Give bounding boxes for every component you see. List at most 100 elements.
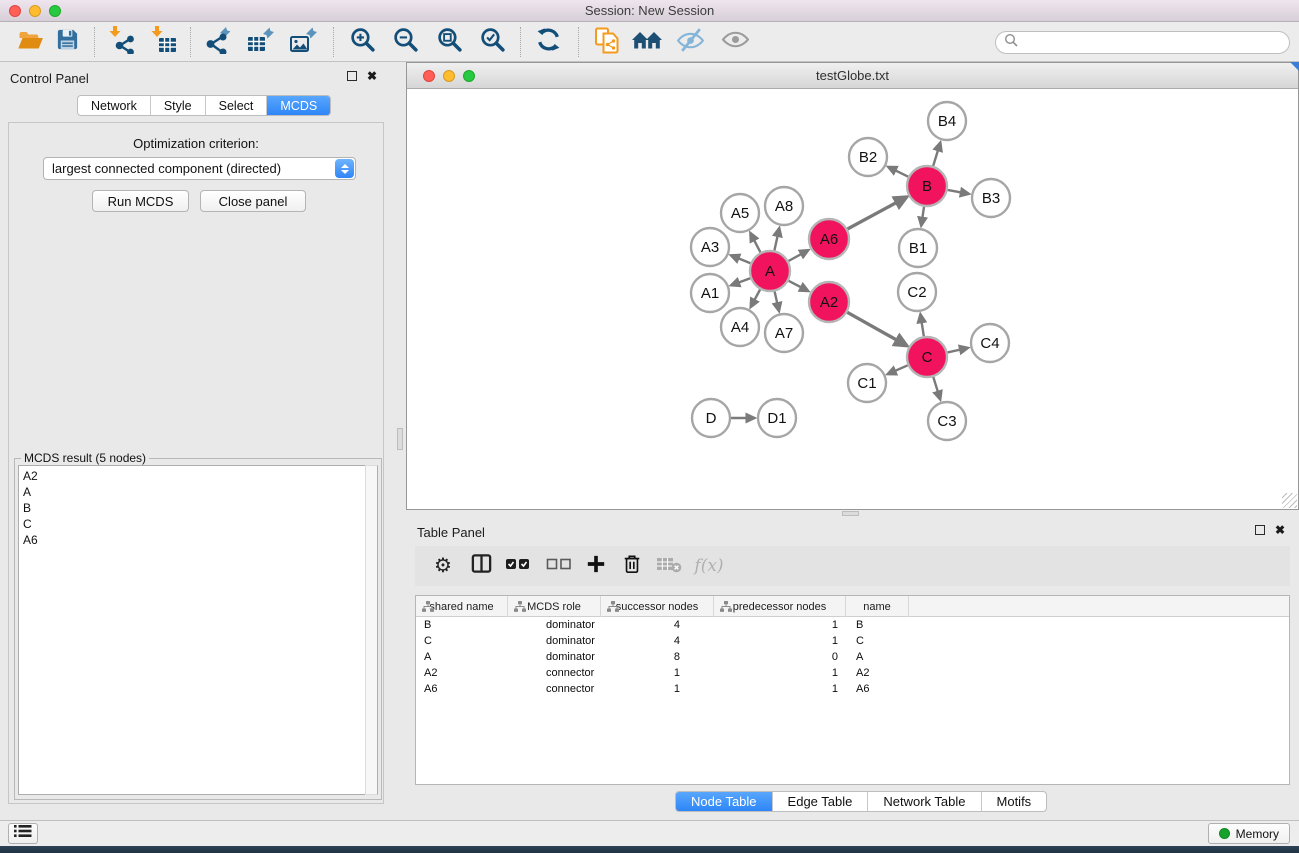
network-graph[interactable]: B4B2BB3A5A8A6B1A3AC2A1A2A4A7C4CC1C3DD1	[407, 89, 1298, 509]
cell[interactable]: C	[416, 633, 508, 649]
zoom-in-button[interactable]	[345, 25, 379, 59]
graph-edge-B-B2[interactable]	[889, 167, 909, 177]
result-list-item[interactable]: C	[23, 516, 365, 532]
column-header-shared-name[interactable]: shared name	[416, 596, 508, 617]
cell[interactable]: A2	[416, 665, 508, 681]
graph-edge-A-A2[interactable]	[789, 281, 808, 291]
float-panel-icon[interactable]	[347, 71, 357, 81]
cell[interactable]: 1	[601, 681, 714, 697]
network-close-button[interactable]	[423, 70, 435, 82]
cell[interactable]: 8	[601, 649, 714, 665]
tab-style[interactable]: Style	[151, 96, 206, 115]
graph-edge-C-C3[interactable]	[933, 377, 940, 399]
cell[interactable]: dominator	[508, 633, 601, 649]
network-window-titlebar[interactable]: testGlobe.txt	[407, 63, 1298, 89]
graph-edge-A-A4[interactable]	[751, 290, 760, 307]
close-panel-button[interactable]: Close panel	[200, 190, 306, 212]
open-session-button[interactable]	[13, 25, 47, 59]
export-network-button[interactable]	[201, 25, 235, 59]
tab-mcds[interactable]: MCDS	[267, 96, 330, 115]
cell[interactable]: dominator	[508, 649, 601, 665]
run-mcds-button[interactable]: Run MCDS	[92, 190, 189, 212]
zoom-selected-button[interactable]	[475, 25, 509, 59]
graph-edge-A-A1[interactable]	[732, 278, 751, 285]
graph-edge-A-A6[interactable]	[789, 250, 808, 261]
cell[interactable]: A	[416, 649, 508, 665]
table-row[interactable]: C dominator 4 1 C	[416, 633, 1289, 649]
cell[interactable]: 1	[714, 681, 846, 697]
cell[interactable]: 1	[601, 665, 714, 681]
tab-edge-table[interactable]: Edge Table	[773, 792, 869, 811]
zoom-out-button[interactable]	[388, 25, 422, 59]
graph-edge-A6-B[interactable]	[848, 197, 906, 229]
close-window-button[interactable]	[9, 5, 21, 17]
graph-edge-B-B1[interactable]	[921, 207, 924, 225]
float-panel-icon[interactable]	[1255, 525, 1265, 535]
select-all-columns-button[interactable]	[501, 546, 535, 586]
delete-table-button[interactable]	[652, 546, 686, 586]
graph-edge-A-A7[interactable]	[775, 292, 779, 311]
cell[interactable]: dominator	[508, 617, 601, 633]
show-all-button[interactable]	[718, 25, 752, 59]
table-settings-button[interactable]: ⚙	[426, 546, 460, 586]
show-column-button[interactable]	[464, 546, 498, 586]
cell[interactable]: 1	[714, 633, 846, 649]
column-header-successor-nodes[interactable]: successor nodes	[601, 596, 714, 617]
memory-button[interactable]: Memory	[1208, 823, 1290, 844]
graph-edge-B-B4[interactable]	[933, 143, 940, 166]
cell[interactable]: A6	[416, 681, 508, 697]
graph-edge-C-C2[interactable]	[921, 315, 924, 337]
export-image-button[interactable]	[286, 25, 320, 59]
import-table-button[interactable]	[146, 25, 180, 59]
cell[interactable]: B	[416, 617, 508, 633]
cell[interactable]: A	[846, 649, 909, 665]
result-list-item[interactable]: A	[23, 484, 365, 500]
graph-edge-A-A5[interactable]	[751, 233, 761, 252]
close-panel-icon[interactable]: ✖	[367, 71, 377, 81]
zoom-fit-button[interactable]	[432, 25, 466, 59]
delete-column-button[interactable]	[615, 546, 649, 586]
column-header-name[interactable]: name	[846, 596, 909, 617]
table-row[interactable]: A2 connector 1 1 A2	[416, 665, 1289, 681]
tab-network[interactable]: Network	[78, 96, 151, 115]
resize-grip[interactable]	[1282, 493, 1297, 508]
refresh-view-button[interactable]	[531, 25, 565, 59]
cell[interactable]: 0	[714, 649, 846, 665]
import-network-button[interactable]	[104, 25, 138, 59]
cell[interactable]: connector	[508, 665, 601, 681]
graph-edge-B-B3[interactable]	[948, 190, 969, 194]
cell[interactable]: C	[846, 633, 909, 649]
zoom-window-button[interactable]	[49, 5, 61, 17]
table-row[interactable]: A dominator 8 0 A	[416, 649, 1289, 665]
first-neighbors-button[interactable]	[630, 25, 664, 59]
graph-edge-A-A8[interactable]	[774, 229, 779, 251]
minimize-window-button[interactable]	[29, 5, 41, 17]
graph-edge-C-C1[interactable]	[888, 365, 908, 374]
graph-edge-A-A3[interactable]	[731, 256, 750, 264]
network-canvas[interactable]: B4B2BB3A5A8A6B1A3AC2A1A2A4A7C4CC1C3DD1	[407, 89, 1298, 509]
criterion-dropdown[interactable]: largest connected component (directed)	[43, 157, 356, 180]
table-row[interactable]: A6 connector 1 1 A6	[416, 681, 1289, 697]
create-column-button[interactable]	[579, 546, 613, 586]
search-field[interactable]	[995, 31, 1290, 54]
cell[interactable]: A2	[846, 665, 909, 681]
result-list-item[interactable]: B	[23, 500, 365, 516]
tab-network-table[interactable]: Network Table	[868, 792, 981, 811]
save-session-button[interactable]	[50, 25, 84, 59]
cell[interactable]: connector	[508, 681, 601, 697]
tab-node-table[interactable]: Node Table	[676, 792, 773, 811]
cell[interactable]: 4	[601, 617, 714, 633]
network-minimize-button[interactable]	[443, 70, 455, 82]
split-divider-handle[interactable]	[397, 428, 403, 450]
network-zoom-button[interactable]	[463, 70, 475, 82]
deselect-all-columns-button[interactable]	[542, 546, 576, 586]
new-network-from-selection-button[interactable]	[591, 25, 625, 59]
hide-selected-button[interactable]	[673, 25, 707, 59]
table-row[interactable]: B dominator 4 1 B	[416, 617, 1289, 633]
tab-select[interactable]: Select	[206, 96, 268, 115]
show-panels-button[interactable]	[8, 823, 38, 844]
close-panel-icon[interactable]: ✖	[1275, 525, 1285, 535]
graph-edge-A2-C[interactable]	[847, 312, 906, 345]
cell[interactable]: 1	[714, 617, 846, 633]
result-list-item[interactable]: A6	[23, 532, 365, 548]
